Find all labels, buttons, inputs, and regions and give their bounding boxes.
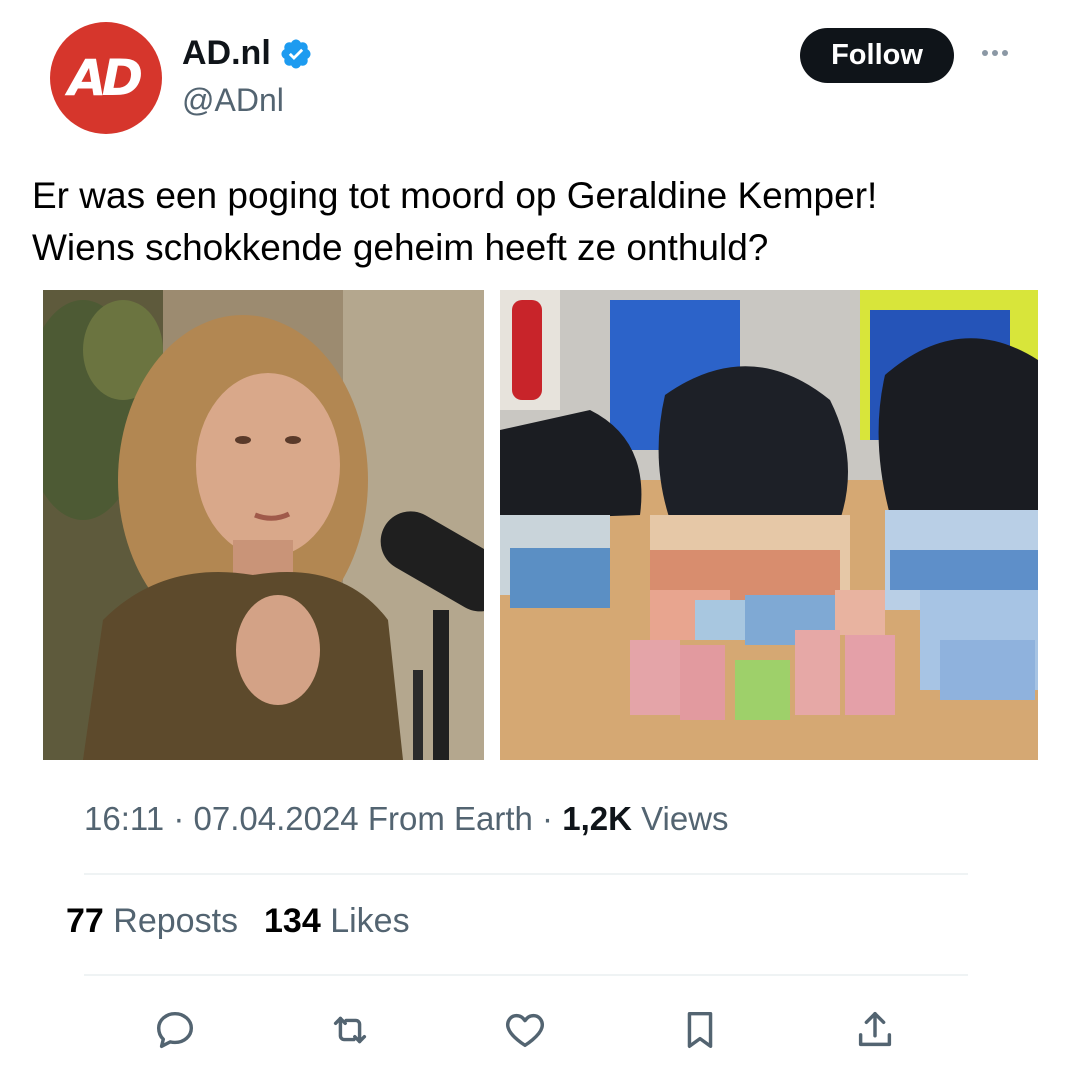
photo-illustration [43,290,484,760]
views-count: 1,2K [562,800,632,837]
avatar[interactable]: AD [50,22,162,134]
follow-button[interactable]: Follow [800,28,954,83]
verified-badge-icon [281,38,311,69]
share-icon [858,1011,892,1047]
reply-button[interactable] [150,1005,200,1055]
like-button[interactable] [500,1005,550,1055]
likes-count: 134 [264,902,321,940]
media-photo-woman-microphone[interactable] [43,290,484,760]
display-name[interactable]: AD.nl [182,34,271,73]
author-name-row: AD.nl [182,34,313,73]
bookmark-icon [687,1011,713,1049]
tweet-time[interactable]: 16:11 [84,800,164,837]
like-icon [506,1013,544,1048]
share-button[interactable] [850,1005,900,1055]
likes-label: Likes [330,902,410,940]
tweet-location: From Earth [367,800,533,837]
repost-icon [333,1016,367,1044]
reply-icon [156,1011,194,1049]
reposts-stat[interactable]: 77 Reposts [66,902,238,941]
tweet-text-line: Er was een poging tot moord op Geraldine… [32,175,878,216]
bookmark-button[interactable] [675,1005,725,1055]
meta-separator: · [542,800,563,837]
tweet-text-line: Wiens schokkende geheim heeft ze onthuld… [32,227,769,268]
photo-illustration [500,290,1038,760]
divider [84,974,968,976]
tweet-meta: 16:11 · 07.04.2024 From Earth · 1,2K Vie… [84,800,729,838]
user-handle[interactable]: @ADnl [182,82,284,119]
views-label: Views [641,800,729,837]
repost-button[interactable] [325,1005,375,1055]
engagement-stats: 77 Reposts 134 Likes [66,902,410,941]
reposts-count: 77 [66,902,104,940]
media-photo-cash-backpacks[interactable] [500,290,1038,760]
reposts-label: Reposts [113,902,239,940]
tweet-text: Er was een poging tot moord op Geraldine… [32,170,1072,274]
tweet-date[interactable]: 07.04.2024 [193,800,358,837]
likes-stat[interactable]: 134 Likes [264,902,410,941]
avatar-logo-text: AD [67,49,143,107]
ellipsis-icon[interactable] [975,38,1015,68]
meta-separator: · [173,800,194,837]
divider [84,873,968,875]
